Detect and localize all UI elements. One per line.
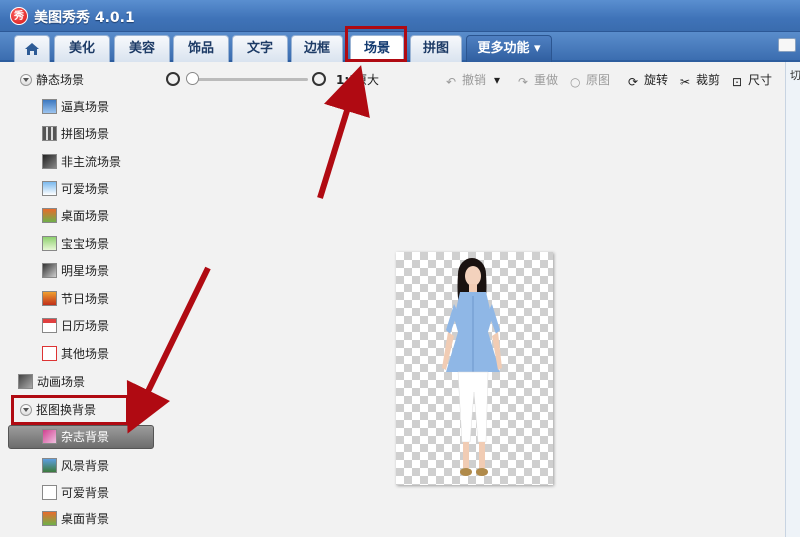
- scissors-icon: ✂: [680, 75, 691, 89]
- redo-icon: ↷: [518, 75, 529, 89]
- tab-collage[interactable]: 拼图: [410, 35, 462, 62]
- zoom-in-icon[interactable]: [312, 72, 326, 86]
- zoom-slider-handle[interactable]: [186, 72, 199, 85]
- scene-tab-highlight: [345, 26, 407, 62]
- resize-icon: ⊡: [732, 75, 743, 89]
- sidebar-group-static-scene[interactable]: 静态场景: [20, 70, 84, 90]
- scene-thumb-icon: [42, 181, 57, 196]
- sidebar-group-animated-scene[interactable]: 动画场景: [18, 372, 85, 392]
- redo-button[interactable]: ↷ 重做: [518, 72, 558, 89]
- scene-thumb-icon: [42, 154, 57, 169]
- cute-thumb-icon: [42, 485, 57, 500]
- tab-accessories[interactable]: 饰品: [173, 35, 229, 62]
- sidebar-item-baby[interactable]: 宝宝场景: [42, 234, 109, 254]
- sidebar: 静态场景 逼真场景 拼图场景 非主流场景 可爱场景 桌面场景 宝宝场景 明星场景…: [0, 64, 160, 537]
- scene-thumb-icon: [42, 208, 57, 223]
- scene-thumb-icon: [42, 236, 57, 251]
- right-side-panel: [785, 62, 800, 537]
- zoom-out-icon[interactable]: [166, 72, 180, 86]
- tab-beautify[interactable]: 美化: [54, 35, 110, 62]
- animation-thumb-icon: [18, 374, 33, 389]
- cutout-background-highlight: [11, 395, 129, 425]
- sidebar-item-landscape-background[interactable]: 风景背景: [42, 456, 109, 476]
- home-icon: [25, 43, 39, 55]
- sidebar-item-desktop[interactable]: 桌面场景: [42, 206, 109, 226]
- undo-button[interactable]: ↶ 撤销: [446, 72, 486, 89]
- sidebar-item-calendar[interactable]: 日历场景: [42, 316, 109, 336]
- collapse-toggle-icon[interactable]: [20, 74, 32, 86]
- heart-icon: [42, 346, 57, 361]
- undo-icon: ↶: [446, 75, 457, 89]
- sidebar-item-cute[interactable]: 可爱场景: [42, 179, 109, 199]
- sidebar-item-other[interactable]: 其他场景: [42, 344, 109, 364]
- right-panel-label: 切: [790, 69, 800, 82]
- sidebar-item-holiday[interactable]: 节日场景: [42, 289, 109, 309]
- original-size-button[interactable]: 原大: [355, 72, 379, 88]
- tab-frame[interactable]: 边框: [291, 35, 343, 62]
- scene-thumb-icon: [42, 291, 57, 306]
- edit-toolbar: 1:1 原大 ↶ 撤销 ▾ ↷ 重做 ○ 原图 ⟳ 旋转 ✂ 裁剪 ⊡ 尺寸: [160, 64, 780, 96]
- undo-dropdown-icon[interactable]: ▾: [494, 72, 500, 88]
- sidebar-item-nonmainstream[interactable]: 非主流场景: [42, 152, 121, 172]
- original-image-button[interactable]: ○ 原图: [570, 72, 610, 89]
- open-folder-icon[interactable]: [778, 38, 796, 52]
- scene-thumb-icon: [42, 318, 57, 333]
- image-canvas: [160, 96, 785, 537]
- sidebar-item-celebrity[interactable]: 明星场景: [42, 261, 109, 281]
- rotate-button[interactable]: ⟳ 旋转: [628, 72, 668, 89]
- person-figure-icon: [442, 258, 502, 476]
- tab-more-features[interactable]: 更多功能 ▾: [466, 35, 552, 62]
- magazine-thumb-icon: [42, 429, 57, 444]
- scene-thumb-icon: [42, 99, 57, 114]
- tab-home[interactable]: [14, 35, 50, 62]
- scene-thumb-icon: [42, 126, 57, 141]
- app-logo-icon: 秀: [10, 7, 28, 25]
- sidebar-item-realistic[interactable]: 逼真场景: [42, 97, 109, 117]
- crop-button[interactable]: ✂ 裁剪: [680, 72, 720, 89]
- zoom-slider-track[interactable]: [190, 78, 308, 81]
- rotate-icon: ⟳: [628, 75, 639, 89]
- sidebar-item-desktop-background[interactable]: 桌面背景: [42, 509, 109, 529]
- sidebar-item-cute-background[interactable]: 可爱背景: [42, 483, 109, 503]
- tab-beauty[interactable]: 美容: [114, 35, 170, 62]
- tab-text[interactable]: 文字: [232, 35, 288, 62]
- desktop-thumb-icon: [42, 511, 57, 526]
- scene-thumb-icon: [42, 263, 57, 278]
- cutout-photo[interactable]: [396, 252, 553, 485]
- original-image-icon: ○: [570, 75, 581, 89]
- resize-button[interactable]: ⊡ 尺寸: [732, 72, 772, 89]
- app-title: 美图秀秀 4.0.1: [34, 10, 135, 26]
- sidebar-item-magazine-background[interactable]: 杂志背景: [42, 427, 109, 447]
- sidebar-item-collage[interactable]: 拼图场景: [42, 124, 109, 144]
- landscape-thumb-icon: [42, 458, 57, 473]
